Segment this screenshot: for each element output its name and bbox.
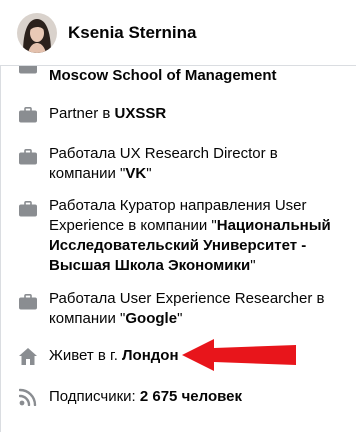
- list-item-text: Работала Куратор направления User Experi…: [49, 197, 331, 274]
- profile-header: Ksenia Sternina: [0, 0, 356, 66]
- workplace-link[interactable]: UXSSR: [115, 105, 167, 122]
- list-item-text: Moscow School of Management: [49, 66, 345, 86]
- list-item-text: Partner в UXSSR: [49, 105, 167, 122]
- workplace-link[interactable]: Moscow School of Management: [49, 67, 277, 84]
- city-link[interactable]: Лондон: [122, 347, 179, 364]
- list-item-text: Работала User Experience Researcher в ко…: [49, 290, 325, 327]
- workplace-link[interactable]: Google: [125, 310, 177, 327]
- avatar[interactable]: [17, 12, 57, 53]
- briefcase-icon: [18, 199, 38, 219]
- divider: [0, 66, 1, 432]
- list-item-text: Подписчики: 2 675 человек: [49, 388, 242, 405]
- briefcase-icon: [18, 105, 38, 125]
- profile-name[interactable]: Ksenia Sternina: [68, 23, 197, 43]
- annotation-arrow-icon: [182, 339, 296, 371]
- followers-link[interactable]: 2 675 человек: [140, 388, 242, 405]
- workplace-link[interactable]: VK: [125, 165, 146, 182]
- briefcase-icon: [18, 292, 38, 312]
- briefcase-icon: [18, 147, 38, 167]
- list-item-text: Работала UX Research Director в компании…: [49, 145, 278, 182]
- home-icon: [18, 346, 38, 366]
- rss-icon: [18, 387, 38, 407]
